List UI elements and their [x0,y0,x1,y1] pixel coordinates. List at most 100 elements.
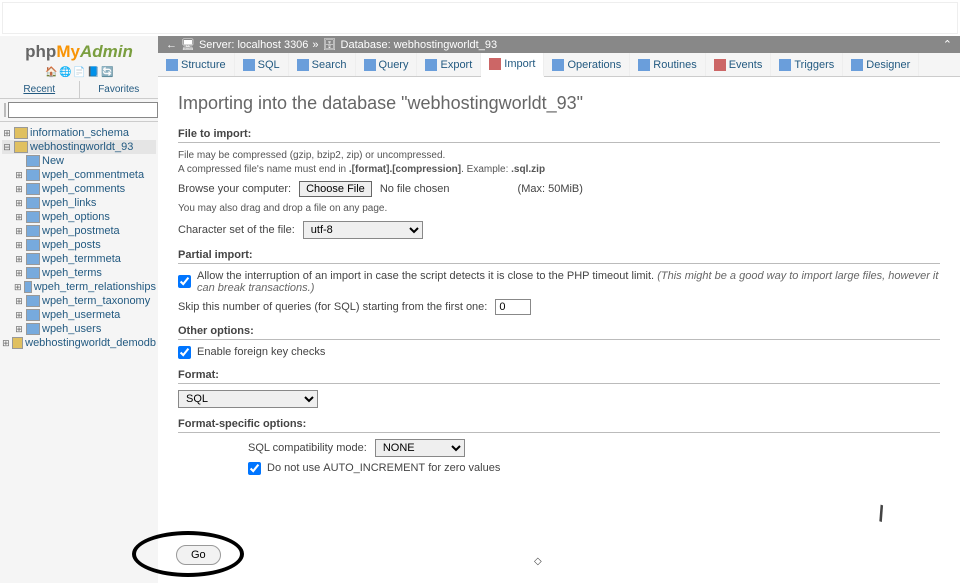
go-button[interactable]: Go [176,545,221,565]
tab-icon [243,59,255,71]
tree-item-webhostingworldt-93[interactable]: ⊟ webhostingworldt_93 [2,140,156,154]
tree-node-label[interactable]: wpeh_terms [42,267,102,279]
tree-item-information-schema[interactable]: ⊞ information_schema [2,126,156,140]
tree-toggle-icon[interactable]: ⊞ [2,128,12,139]
tree-toggle-icon[interactable]: ⊞ [14,282,22,293]
tree-node-label[interactable]: wpeh_options [42,211,110,223]
tree-toggle-icon[interactable]: ⊞ [14,254,24,265]
tree-item-wpeh-comments[interactable]: ⊞ wpeh_comments [2,182,156,196]
tree-item-wpeh-term-relationships[interactable]: ⊞ wpeh_term_relationships [2,280,156,294]
tree-node-label[interactable]: wpeh_commentmeta [42,169,144,181]
tree-toggle-icon[interactable]: ⊟ [2,142,12,153]
recent-favorites-tabs: Recent Favorites [0,81,158,99]
tree-node-label[interactable]: New [42,155,64,167]
tab-import[interactable]: Import [481,53,544,77]
tab-favorites[interactable]: Favorites [80,81,159,98]
tab-structure[interactable]: Structure [158,53,235,76]
tree-toggle-icon[interactable]: ⊞ [14,296,24,307]
tab-query[interactable]: Query [356,53,418,76]
tab-search[interactable]: Search [289,53,356,76]
tree-item-wpeh-terms[interactable]: ⊞ wpeh_terms [2,266,156,280]
tree-node-label[interactable]: information_schema [30,127,129,139]
bc-back-icon[interactable]: ← [166,39,177,51]
no-autoincrement-checkbox[interactable] [248,462,261,475]
tree-search-row [0,99,158,122]
tree-item-wpeh-termmeta[interactable]: ⊞ wpeh_termmeta [2,252,156,266]
tree-item-wpeh-links[interactable]: ⊞ wpeh_links [2,196,156,210]
tree-node-icon [26,225,40,237]
tree-item-wpeh-users[interactable]: ⊞ wpeh_users [2,322,156,336]
mini-icon-4[interactable]: 🔄 [101,67,113,79]
tree-node-icon [14,141,28,153]
no-file-label: No file chosen [380,183,450,195]
tree-collapse-icon[interactable] [4,103,6,117]
tree-node-icon [26,309,40,321]
tree-node-label[interactable]: wpeh_term_relationships [34,281,156,293]
tree-toggle-icon[interactable]: ⊞ [14,324,24,335]
tree-node-label[interactable]: wpeh_posts [42,239,101,251]
tree-toggle-icon[interactable]: ⊞ [14,198,24,209]
sql-compat-select[interactable]: NONE [375,439,465,457]
top-blank-bar [2,2,958,34]
tab-routines[interactable]: Routines [630,53,705,76]
tab-events[interactable]: Events [706,53,772,76]
tab-export[interactable]: Export [417,53,481,76]
tree-item-wpeh-postmeta[interactable]: ⊞ wpeh_postmeta [2,224,156,238]
tab-label: Export [440,59,472,71]
tab-sql[interactable]: SQL [235,53,289,76]
tab-recent[interactable]: Recent [0,81,80,98]
tree-item-wpeh-options[interactable]: ⊞ wpeh_options [2,210,156,224]
tab-label: Events [729,59,763,71]
bc-server[interactable]: Server: localhost 3306 [199,39,308,51]
tab-designer[interactable]: Designer [843,53,919,76]
tree-item-webhostingworldt-demodb[interactable]: ⊞ webhostingworldt_demodb [2,336,156,350]
tree-node-label[interactable]: wpeh_users [42,323,101,335]
mini-icon-2[interactable]: 📄 [73,67,85,79]
tree-toggle-icon[interactable]: ⊞ [2,338,10,349]
tree-toggle-icon[interactable]: ⊞ [14,184,24,195]
go-wrap: Go [132,539,221,565]
mini-icon-1[interactable]: 🌐 [59,67,71,79]
tree-node-icon [26,239,40,251]
tree-node-label[interactable]: wpeh_comments [42,183,125,195]
tree-item-wpeh-term-taxonomy[interactable]: ⊞ wpeh_term_taxonomy [2,294,156,308]
tree-toggle-icon[interactable]: ⊞ [14,212,24,223]
tab-label: Operations [567,59,621,71]
skip-input[interactable] [495,299,531,315]
tree-item-wpeh-commentmeta[interactable]: ⊞ wpeh_commentmeta [2,168,156,182]
tree-node-label[interactable]: wpeh_term_taxonomy [42,295,150,307]
tree-toggle-icon[interactable]: ⊞ [14,268,24,279]
mini-icon-0[interactable]: 🏠 [45,67,57,79]
breadcrumb: ← 🖥 Server: localhost 3306 » 🗄 Database:… [158,36,960,53]
tree-node-icon [26,295,40,307]
tree-filter-input[interactable] [8,102,158,118]
tree-node-label[interactable]: wpeh_usermeta [42,309,120,321]
tree-item-New[interactable]: New [2,154,156,168]
sidebar: phpMyAdmin 🏠🌐📄📘🔄 Recent Favorites ⊞ infor… [0,36,158,583]
fk-checkbox[interactable] [178,346,191,359]
mini-icon-3[interactable]: 📘 [87,67,99,79]
tree-toggle-icon[interactable]: ⊞ [14,226,24,237]
tree-item-wpeh-usermeta[interactable]: ⊞ wpeh_usermeta [2,308,156,322]
bc-collapse-icon[interactable]: ⌃ [943,38,952,51]
tree-item-wpeh-posts[interactable]: ⊞ wpeh_posts [2,238,156,252]
tree-toggle-icon[interactable]: ⊞ [14,240,24,251]
logo[interactable]: phpMyAdmin [0,36,158,64]
allow-interrupt-checkbox[interactable] [178,275,191,288]
format-select[interactable]: SQL [178,390,318,408]
tree-toggle-icon[interactable]: ⊞ [14,310,24,321]
tab-label: Structure [181,59,226,71]
choose-file-button[interactable]: Choose File [299,181,372,197]
tab-label: Routines [653,59,696,71]
tree-toggle-icon[interactable]: ⊞ [14,170,24,181]
tree-node-label[interactable]: webhostingworldt_demodb [25,337,156,349]
tree-node-icon [24,281,32,293]
tab-triggers[interactable]: Triggers [771,53,843,76]
charset-select[interactable]: utf-8 [303,221,423,239]
tree-node-label[interactable]: wpeh_termmeta [42,253,121,265]
tree-node-label[interactable]: webhostingworldt_93 [30,141,133,153]
tree-node-label[interactable]: wpeh_links [42,197,96,209]
tree-node-label[interactable]: wpeh_postmeta [42,225,120,237]
bc-db[interactable]: Database: webhostingworldt_93 [341,39,498,51]
tab-operations[interactable]: Operations [544,53,630,76]
